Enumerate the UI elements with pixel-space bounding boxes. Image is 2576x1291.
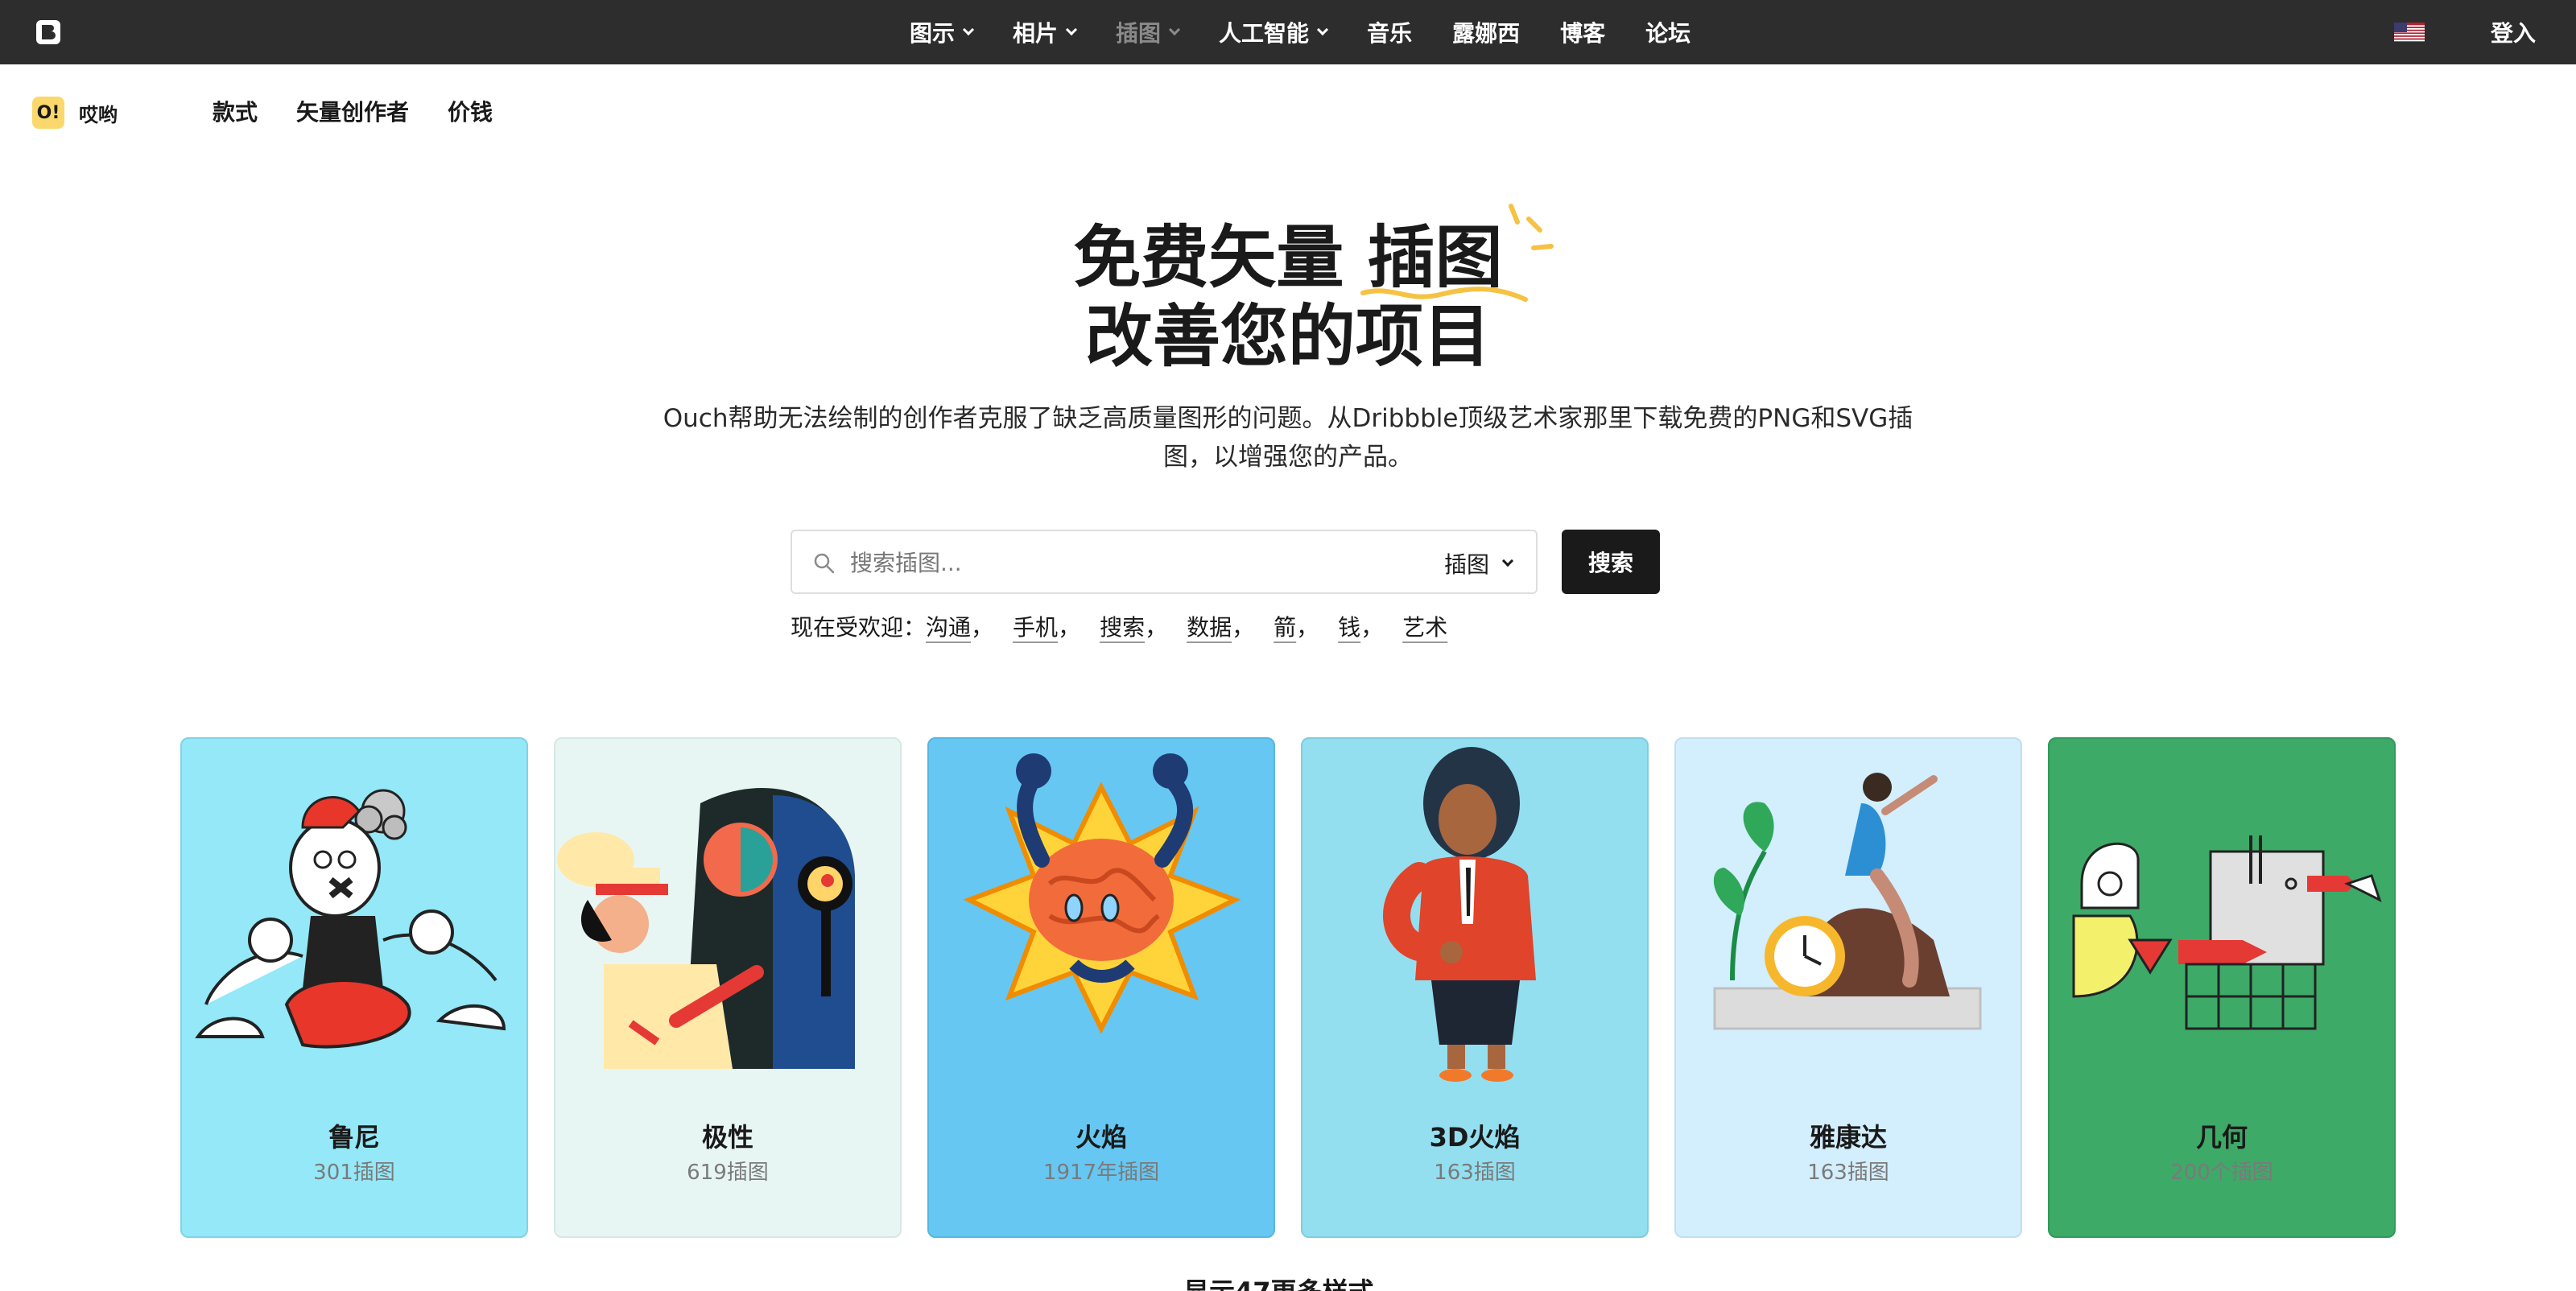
tag-separator: ， [1232, 614, 1255, 641]
style-card[interactable]: 雅康达 163插图 [1674, 737, 2022, 1238]
show-more-link[interactable]: 显示47更多样式 [1183, 1272, 1374, 1291]
card-illustration [2050, 739, 2394, 1085]
style-card[interactable]: 几何 200个插图 [2048, 737, 2396, 1238]
sparkle-icon [1508, 204, 1554, 250]
popular-tag[interactable]: 沟通 [926, 610, 971, 642]
search-input[interactable] [850, 542, 1333, 583]
hero-title-line1: 免费矢量 插图 [0, 204, 2576, 302]
secondary-navbar: O! 哎哟 款式 矢量创作者 价钱 [0, 64, 2576, 161]
top-navbar: 图示 相片 插图 人工智能 音乐 露娜西 博客 论坛 登入 [0, 0, 2576, 64]
card-count: 200个插图 [2170, 1161, 2273, 1185]
style-card[interactable]: 3D火焰 163插图 [1301, 737, 1649, 1238]
hero-description: Ouch帮助无法绘制的创作者克服了缺乏高质量图形的问题。从Dribbble顶级艺… [663, 404, 1913, 472]
nav-item-label: 音乐 [1367, 20, 1413, 47]
nav-item-1[interactable]: 相片 [1013, 16, 1078, 48]
style-card[interactable]: 火焰 1917年插图 [927, 737, 1275, 1238]
nav-item-label: 插图 [1116, 20, 1162, 47]
style-card[interactable]: 鲁尼 301插图 [180, 737, 528, 1238]
card-title: 极性 [701, 1122, 753, 1153]
popular-tag[interactable]: 艺术 [1402, 610, 1447, 642]
card-title: 几何 [2195, 1122, 2248, 1153]
popular-tag[interactable]: 数据 [1187, 610, 1232, 642]
main-nav: 图示 相片 插图 人工智能 音乐 露娜西 博客 论坛 [910, 0, 1731, 64]
card-count: 301插图 [313, 1161, 395, 1185]
nav-item-7[interactable]: 论坛 [1645, 16, 1690, 48]
nav-item-label: 博客 [1560, 20, 1606, 47]
nav-item-6[interactable]: 博客 [1560, 16, 1605, 48]
search-button[interactable]: 搜索 [1562, 530, 1660, 594]
card-title: 鲁尼 [328, 1122, 380, 1153]
ouch-logo: O! [32, 97, 64, 129]
us-flag-icon[interactable] [2394, 23, 2425, 42]
subnav-item-1[interactable]: 矢量创作者 [296, 97, 409, 129]
card-title: 3D火焰 [1429, 1122, 1521, 1153]
sub-nav: 款式 矢量创作者 价钱 [213, 97, 531, 129]
card-count: 163插图 [1434, 1161, 1516, 1185]
tag-separator: ， [1145, 614, 1168, 641]
tag-separator: ， [1360, 614, 1384, 641]
card-illustration [1302, 739, 1647, 1085]
nav-item-4[interactable]: 音乐 [1367, 16, 1412, 48]
chevron-down-icon [1168, 23, 1181, 36]
tag-separator: ， [971, 614, 994, 641]
nav-item-label: 图示 [910, 20, 956, 47]
nav-item-5[interactable]: 露娜西 [1452, 16, 1520, 48]
tag-separator: ， [1296, 614, 1319, 641]
chevron-down-icon [962, 23, 975, 36]
card-illustration [929, 739, 1274, 1085]
popular-tag[interactable]: 搜索 [1100, 610, 1145, 642]
chevron-down-icon [1501, 555, 1514, 567]
popular-tags: 现在受欢迎： 沟通，手机，搜索，数据，箭，钱，艺术 [791, 610, 1447, 642]
popular-tag[interactable]: 手机 [1013, 610, 1058, 642]
search-icon [814, 553, 835, 574]
login-link[interactable]: 登入 [2491, 16, 2536, 48]
chevron-down-icon [1316, 23, 1329, 36]
nav-item-3[interactable]: 人工智能 [1219, 16, 1329, 48]
card-illustration [1676, 739, 2021, 1085]
hero-title-line2: 改善您的项目 [1084, 297, 1491, 376]
card-count: 1917年插图 [1042, 1161, 1160, 1185]
hero-title-part: 免费矢量 [1073, 218, 1344, 297]
nav-item-label: 相片 [1013, 20, 1059, 47]
card-count: 619插图 [687, 1161, 769, 1185]
behance-icon[interactable] [35, 19, 61, 45]
brand-name: 哎哟 [79, 103, 118, 126]
card-title: 火焰 [1075, 1122, 1127, 1153]
card-illustration [182, 739, 526, 1085]
hero-title-highlight: 插图 [1360, 204, 1554, 302]
search-box: 插图 [791, 530, 1538, 594]
ouch-brand[interactable]: O! 哎哟 [32, 97, 118, 129]
style-card[interactable]: 极性 619插图 [554, 737, 902, 1238]
search-type-label: 插图 [1443, 551, 1489, 578]
popular-label: 现在受欢迎： [791, 614, 927, 641]
card-title: 雅康达 [1809, 1122, 1887, 1153]
subnav-item-2[interactable]: 价钱 [448, 97, 493, 129]
card-count: 163插图 [1807, 1161, 1889, 1185]
popular-tag[interactable]: 钱 [1338, 610, 1360, 642]
nav-item-0[interactable]: 图示 [910, 16, 975, 48]
nav-item-label: 论坛 [1645, 20, 1691, 47]
card-illustration [555, 739, 900, 1085]
nav-item-label: 人工智能 [1219, 20, 1310, 47]
nav-item-label: 露娜西 [1452, 20, 1521, 47]
subnav-item-0[interactable]: 款式 [213, 97, 258, 129]
nav-item-2[interactable]: 插图 [1116, 16, 1181, 48]
popular-tag[interactable]: 箭 [1274, 610, 1296, 642]
tag-separator: ， [1058, 614, 1081, 641]
chevron-down-icon [1065, 23, 1078, 36]
search-type-dropdown[interactable]: 插图 [1443, 547, 1514, 580]
